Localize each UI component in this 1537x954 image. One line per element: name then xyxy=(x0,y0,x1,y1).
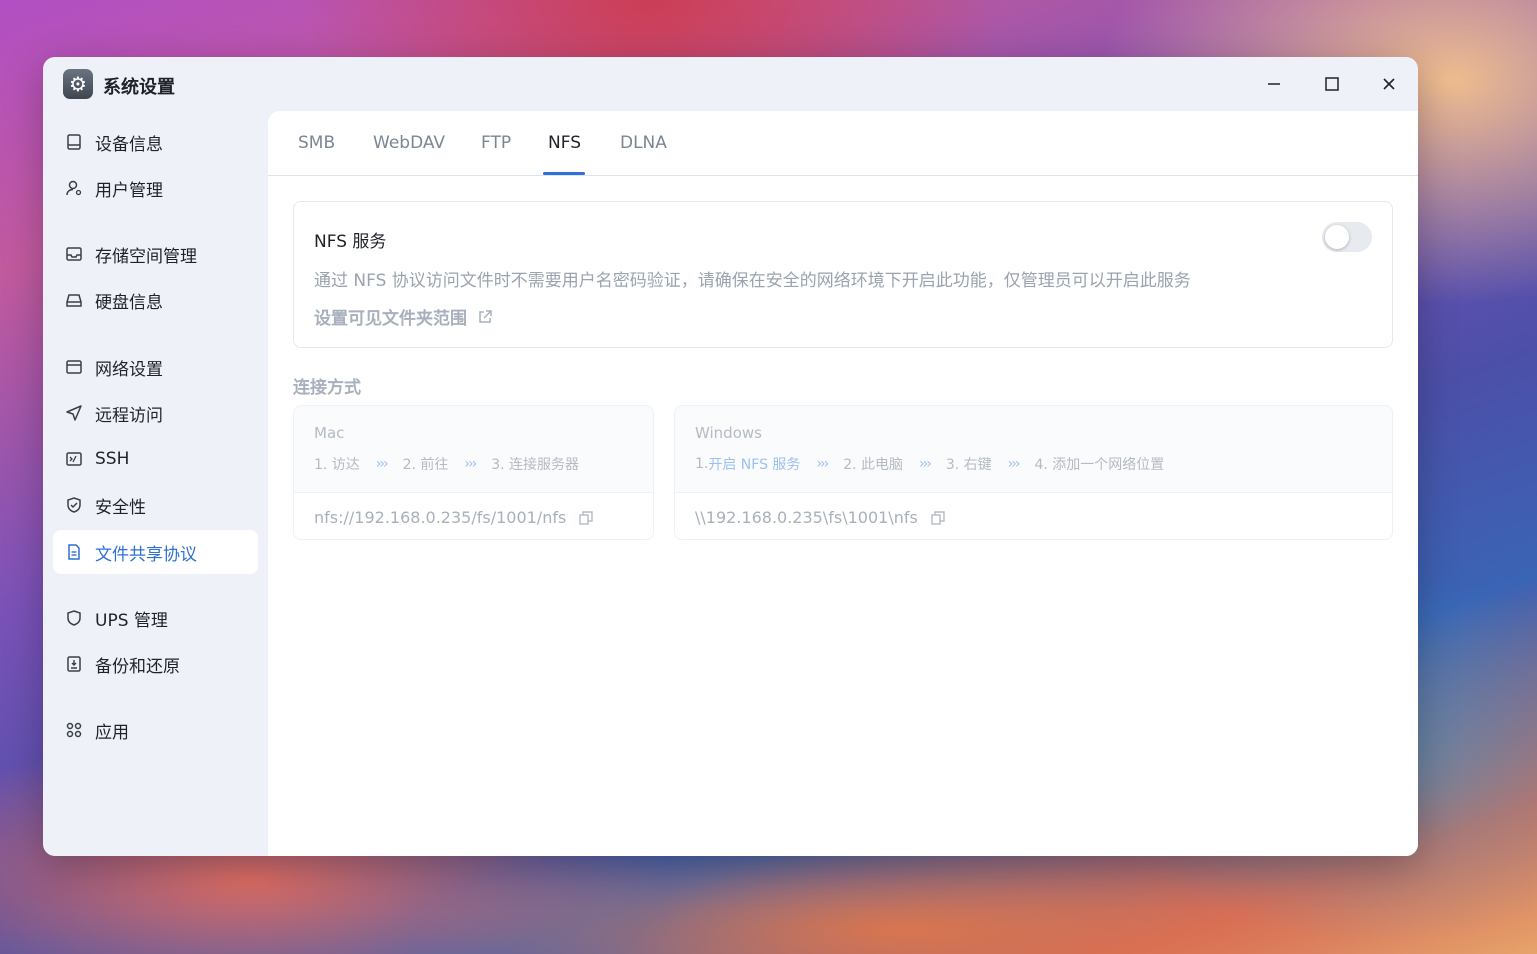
sidebar-item-user-management[interactable]: 用户管理 xyxy=(53,166,258,210)
sidebar-item-label: 远程访问 xyxy=(95,405,163,426)
system-settings-window: ⚙ 系统设置 设备信息 用户管理 存储空间管理 硬盘信息 网络设置 远程访问 S… xyxy=(43,57,1418,856)
maximize-button[interactable] xyxy=(1317,71,1347,97)
sidebar-item-disk-info[interactable]: 硬盘信息 xyxy=(53,278,258,322)
windows-connection-card: Windows 1. 开启 NFS 服务 ››› 2. 此电脑 ››› 3. 右… xyxy=(674,405,1393,540)
title-bar[interactable]: ⚙ 系统设置 xyxy=(43,57,1418,111)
sidebar-item-remote-access[interactable]: 远程访问 xyxy=(53,391,258,435)
terminal-icon xyxy=(65,450,83,468)
storage-icon xyxy=(65,245,83,263)
visible-folder-scope-link[interactable]: 设置可见文件夹范围 xyxy=(314,304,493,329)
shield-icon xyxy=(65,609,83,627)
sidebar-item-ssh[interactable]: SSH xyxy=(53,437,258,481)
windows-path-row: \\192.168.0.235\fs\1001\nfs xyxy=(695,508,946,527)
window-title: 系统设置 xyxy=(103,77,175,98)
tab-nfs[interactable]: NFS xyxy=(548,133,581,153)
maximize-icon xyxy=(1325,77,1339,91)
sidebar-item-label: 用户管理 xyxy=(95,180,163,201)
mac-step: 3. 连接服务器 xyxy=(491,457,580,473)
sidebar-item-label: UPS 管理 xyxy=(95,610,168,631)
sidebar-item-backup[interactable]: 备份和还原 xyxy=(53,642,258,686)
windows-os-label: Windows xyxy=(695,424,762,442)
windows-connection-header: Windows 1. 开启 NFS 服务 ››› 2. 此电脑 ››› 3. 右… xyxy=(675,406,1392,493)
shield-check-icon xyxy=(65,496,83,514)
mac-step: 1. 访达 xyxy=(314,457,360,473)
copy-icon[interactable] xyxy=(930,510,946,526)
nfs-service-toggle[interactable] xyxy=(1322,222,1372,252)
active-tab-indicator xyxy=(543,172,585,175)
mac-connection-card: Mac 1. 访达 ››› 2. 前往 ››› 3. 连接服务器 nfs://1… xyxy=(293,405,654,540)
copy-icon[interactable] xyxy=(578,510,594,526)
close-button[interactable] xyxy=(1374,71,1404,97)
document-icon xyxy=(65,543,83,561)
nfs-service-description: 通过 NFS 协议访问文件时不需要用户名密码验证，请确保在安全的网络环境下开启此… xyxy=(314,271,1191,291)
mac-nfs-path: nfs://192.168.0.235/fs/1001/nfs xyxy=(314,508,567,527)
mac-path-row: nfs://192.168.0.235/fs/1001/nfs xyxy=(314,508,594,527)
nfs-service-card: NFS 服务 通过 NFS 协议访问文件时不需要用户名密码验证，请确保在安全的网… xyxy=(293,201,1393,348)
windows-steps: 1. 开启 NFS 服务 ››› 2. 此电脑 ››› 3. 右键 ››› 4.… xyxy=(695,454,1164,474)
mac-step: 2. 前往 xyxy=(402,457,449,473)
user-icon xyxy=(65,179,83,197)
step-arrow-icon: ››› xyxy=(464,456,477,472)
sidebar-item-apps[interactable]: 应用 xyxy=(53,708,258,752)
sidebar-item-label: 应用 xyxy=(95,722,129,743)
connection-section-title: 连接方式 xyxy=(293,378,361,398)
windows-nfs-path: \\192.168.0.235\fs\1001\nfs xyxy=(695,508,918,527)
tab-ftp[interactable]: FTP xyxy=(481,133,511,153)
sidebar: 设备信息 用户管理 存储空间管理 硬盘信息 网络设置 远程访问 SSH 安全性 xyxy=(43,111,268,856)
send-icon xyxy=(65,404,83,422)
apps-icon xyxy=(65,721,83,739)
sidebar-item-security[interactable]: 安全性 xyxy=(53,483,258,527)
device-icon xyxy=(65,133,83,151)
sidebar-item-ups[interactable]: UPS 管理 xyxy=(53,596,258,640)
protocol-tabs: SMB WebDAV FTP NFS DLNA xyxy=(268,111,1418,176)
sidebar-item-label: 网络设置 xyxy=(95,359,163,380)
step-arrow-icon: ››› xyxy=(919,456,932,472)
nfs-service-title: NFS 服务 xyxy=(314,232,387,252)
minimize-button[interactable] xyxy=(1259,71,1289,97)
tab-dlna[interactable]: DLNA xyxy=(620,133,667,153)
main-content: SMB WebDAV FTP NFS DLNA NFS 服务 通过 NFS 协议… xyxy=(268,111,1418,856)
mac-connection-header: Mac 1. 访达 ››› 2. 前往 ››› 3. 连接服务器 xyxy=(294,406,653,493)
tab-smb[interactable]: SMB xyxy=(298,133,335,153)
sidebar-item-label: 文件共享协议 xyxy=(95,544,197,565)
mac-os-label: Mac xyxy=(314,424,345,442)
sidebar-item-label: 硬盘信息 xyxy=(95,292,163,313)
toggle-knob xyxy=(1325,225,1349,249)
sidebar-item-label: 安全性 xyxy=(95,497,146,518)
sidebar-item-device-info[interactable]: 设备信息 xyxy=(53,120,258,164)
network-icon xyxy=(65,358,83,376)
gear-icon: ⚙ xyxy=(63,69,93,99)
mac-steps: 1. 访达 ››› 2. 前往 ››› 3. 连接服务器 xyxy=(314,454,579,474)
minimize-icon xyxy=(1268,83,1280,85)
sidebar-item-label: 备份和还原 xyxy=(95,656,180,677)
sidebar-item-network[interactable]: 网络设置 xyxy=(53,345,258,389)
sidebar-item-label: 存储空间管理 xyxy=(95,246,197,267)
tab-webdav[interactable]: WebDAV xyxy=(373,133,445,153)
backup-icon xyxy=(65,655,83,673)
step-arrow-icon: ››› xyxy=(1007,456,1021,472)
step-arrow-icon: ››› xyxy=(375,456,389,472)
close-icon xyxy=(1383,78,1395,90)
enable-nfs-service-link[interactable]: 开启 NFS 服务 xyxy=(708,454,800,474)
sidebar-item-storage[interactable]: 存储空间管理 xyxy=(53,232,258,276)
windows-step: 4. 添加一个网络位置 xyxy=(1034,457,1165,473)
visible-folder-scope-label: 设置可见文件夹范围 xyxy=(314,309,467,329)
windows-step-prefix: 1. xyxy=(695,456,709,472)
external-link-icon xyxy=(479,309,492,323)
sidebar-item-file-sharing[interactable]: 文件共享协议 xyxy=(53,530,258,574)
disk-icon xyxy=(65,291,83,309)
sidebar-item-label: 设备信息 xyxy=(95,134,163,155)
sidebar-item-label: SSH xyxy=(95,449,130,469)
windows-step: 2. 此电脑 xyxy=(843,457,904,473)
step-arrow-icon: ››› xyxy=(816,456,829,472)
windows-step: 3. 右键 xyxy=(945,457,992,473)
